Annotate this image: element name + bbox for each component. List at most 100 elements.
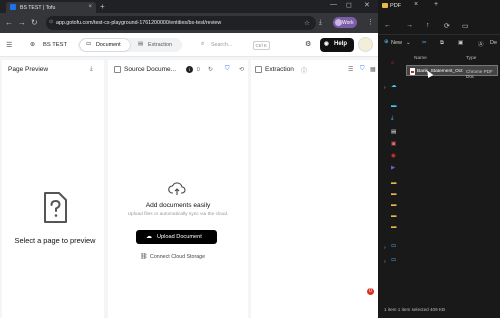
document-count: 0	[197, 67, 200, 73]
reload-icon[interactable]: ↻	[31, 18, 38, 27]
desktop-icon[interactable]: ▬	[391, 103, 397, 109]
tab-extraction-label: Extraction	[148, 42, 172, 48]
explorer-tab-title: PDF	[390, 3, 402, 9]
help-label: Help	[334, 41, 348, 47]
cut-icon[interactable]: ✂	[422, 40, 427, 46]
close-window-icon[interactable]: ✕	[364, 1, 370, 9]
tab-extraction[interactable]: ▤ Extraction	[132, 39, 180, 51]
browser-tab[interactable]: BS TEST | Tofu ×	[6, 2, 96, 13]
menu-icon[interactable]: ☰	[6, 41, 12, 49]
videos-icon[interactable]: ▶	[391, 165, 395, 171]
info-outline-icon: ⓘ	[301, 69, 308, 75]
file-row[interactable]: Bank_Statement_Oct Chrome PDF Doc	[406, 65, 498, 79]
this-pc-icon[interactable]: ▭	[391, 243, 396, 249]
pictures-icon[interactable]: ▣	[391, 141, 396, 147]
copy-icon[interactable]: ⧉	[440, 40, 444, 47]
search-placeholder: Search...	[211, 42, 233, 48]
url-text: app.gotofu.com/test-cs-playground-176120…	[56, 20, 222, 26]
new-button[interactable]: ⊕ New	[384, 39, 402, 46]
tab-title: BS TEST | Tofu	[20, 5, 56, 11]
extraction-icon: ▤	[138, 41, 144, 47]
add-documents-title: Add documents easily	[145, 202, 211, 209]
document-question-icon	[44, 192, 67, 223]
extraction-checkbox[interactable]	[255, 66, 262, 73]
sync-icon[interactable]: ⟲	[239, 66, 244, 73]
paste-icon[interactable]: ▣	[458, 40, 463, 46]
upload-document-button[interactable]: ☁ Upload Document	[136, 230, 217, 244]
tab-strip: BS TEST | Tofu × + — ◻ ✕	[0, 0, 378, 13]
tab-document-label: Document	[96, 42, 121, 48]
expand-chevron-icon[interactable]: ›	[384, 85, 386, 91]
help-button[interactable]: ◉ Help	[320, 38, 354, 52]
new-tab-icon[interactable]: +	[434, 1, 438, 8]
location-icon[interactable]: ▭	[462, 22, 469, 30]
close-tab-icon[interactable]: ×	[414, 1, 418, 8]
filter-icon[interactable]: ⛉	[225, 66, 230, 73]
source-documents-panel: Source Docume... i 0 ↻ ⛉ ⟲ Add documents…	[108, 60, 248, 318]
back-icon[interactable]: ←	[5, 18, 13, 27]
select-all-checkbox[interactable]	[114, 66, 121, 73]
documents-icon[interactable]: ▤	[391, 129, 396, 135]
browser-menu-icon[interactable]: ⋮	[367, 18, 374, 26]
back-icon[interactable]: ←	[384, 22, 391, 29]
forward-icon[interactable]: →	[406, 22, 413, 29]
download-icon[interactable]: ⤓	[319, 19, 322, 27]
list-view-icon[interactable]: ☰	[348, 66, 353, 73]
settings-gear-icon[interactable]: ⚙	[305, 40, 311, 48]
explorer-tab[interactable]: PDF	[382, 3, 401, 9]
profile-button[interactable]: Work	[333, 17, 357, 28]
table-view-icon[interactable]: ▦	[370, 66, 376, 73]
refresh-icon[interactable]: ↻	[208, 66, 213, 73]
rename-icon[interactable]: Ⓐ	[478, 40, 484, 48]
onedrive-icon[interactable]: ☁	[391, 83, 397, 89]
add-documents-subtitle: Upload files or automatically sync via t…	[127, 212, 229, 217]
downloads-icon[interactable]: ⤓	[391, 115, 393, 122]
connect-cloud-storage-link[interactable]: ⛓ Connect Cloud Storage	[140, 254, 205, 260]
document-icon: ▭	[86, 41, 92, 47]
app-header: ☰ ⊛ BS TEST ▭ Document ▤ Extraction ⌕ Se…	[0, 33, 378, 57]
music-icon[interactable]: ◉	[391, 153, 396, 159]
search-icon: ⌕	[201, 41, 205, 47]
refresh-icon[interactable]: ⟳	[444, 22, 450, 30]
folder-icon[interactable]: ▬	[391, 202, 397, 208]
info-icon: i	[186, 66, 193, 73]
folder-icon[interactable]: ▬	[391, 213, 397, 219]
bookmark-star-icon[interactable]: ☆	[304, 19, 310, 27]
home-icon[interactable]: ⌂	[391, 60, 394, 66]
delete-label[interactable]: De	[490, 40, 497, 46]
type-column-header[interactable]: Type	[466, 56, 476, 61]
new-tab-icon[interactable]: +	[100, 2, 105, 11]
browser-window: BS TEST | Tofu × + — ◻ ✕ ← → ↻ ⊙ app.got…	[0, 0, 378, 318]
site-info-icon[interactable]: ⊙	[49, 19, 53, 25]
forward-icon[interactable]: →	[18, 18, 26, 27]
close-tab-icon[interactable]: ×	[88, 4, 92, 10]
folder-icon[interactable]: ▬	[391, 224, 397, 230]
cloud-upload-icon	[168, 182, 186, 195]
folder-icon[interactable]: ▬	[391, 180, 397, 186]
expand-chevron-icon[interactable]: ›	[384, 245, 386, 251]
dropdown-chevron-icon[interactable]: ⌄	[406, 40, 411, 46]
select-page-prompt: Select a page to preview	[14, 236, 96, 245]
minimize-icon[interactable]: —	[330, 1, 337, 8]
extraction-title: Extraction	[265, 66, 294, 73]
notification-badge[interactable]: 0	[367, 288, 374, 295]
up-icon[interactable]: ↑	[426, 22, 430, 29]
tab-document[interactable]: ▭ Document	[80, 39, 130, 51]
expand-chevron-icon[interactable]: ›	[384, 259, 386, 265]
folder-icon[interactable]: ▬	[391, 191, 397, 197]
filter-icon[interactable]: ⛉	[360, 66, 365, 73]
upload-label: Upload Document	[157, 234, 202, 240]
tofu-favicon-icon	[10, 4, 16, 10]
search-input[interactable]: ⌕ Search... Ctrl K	[198, 39, 272, 51]
file-explorer-window: PDF × + ← → ↑ ⟳ ▭ ⊕ New ⌄ ✂ ⧉ ▣ Ⓐ De ⌂ › …	[378, 0, 500, 318]
avatar[interactable]	[358, 37, 373, 52]
view-toggle: ▭ Document ▤ Extraction	[78, 38, 182, 52]
maximize-icon[interactable]: ◻	[346, 1, 352, 9]
project-logo-icon: ⊛	[30, 42, 36, 48]
page-preview-title: Page Preview	[8, 66, 49, 73]
name-column-header[interactable]: Name	[414, 56, 427, 61]
navigation-pane: ⌂ › ☁ ▬ ⤓ ▤ ▣ ◉ ▶ ▬ ▬ ▬ ▬ ▬ › ▭ › ▭	[378, 52, 404, 302]
download-icon[interactable]: ⤓	[90, 66, 93, 73]
address-bar[interactable]: ⊙ app.gotofu.com/test-cs-playground-1761…	[46, 16, 316, 30]
network-icon[interactable]: ▭	[391, 257, 396, 263]
